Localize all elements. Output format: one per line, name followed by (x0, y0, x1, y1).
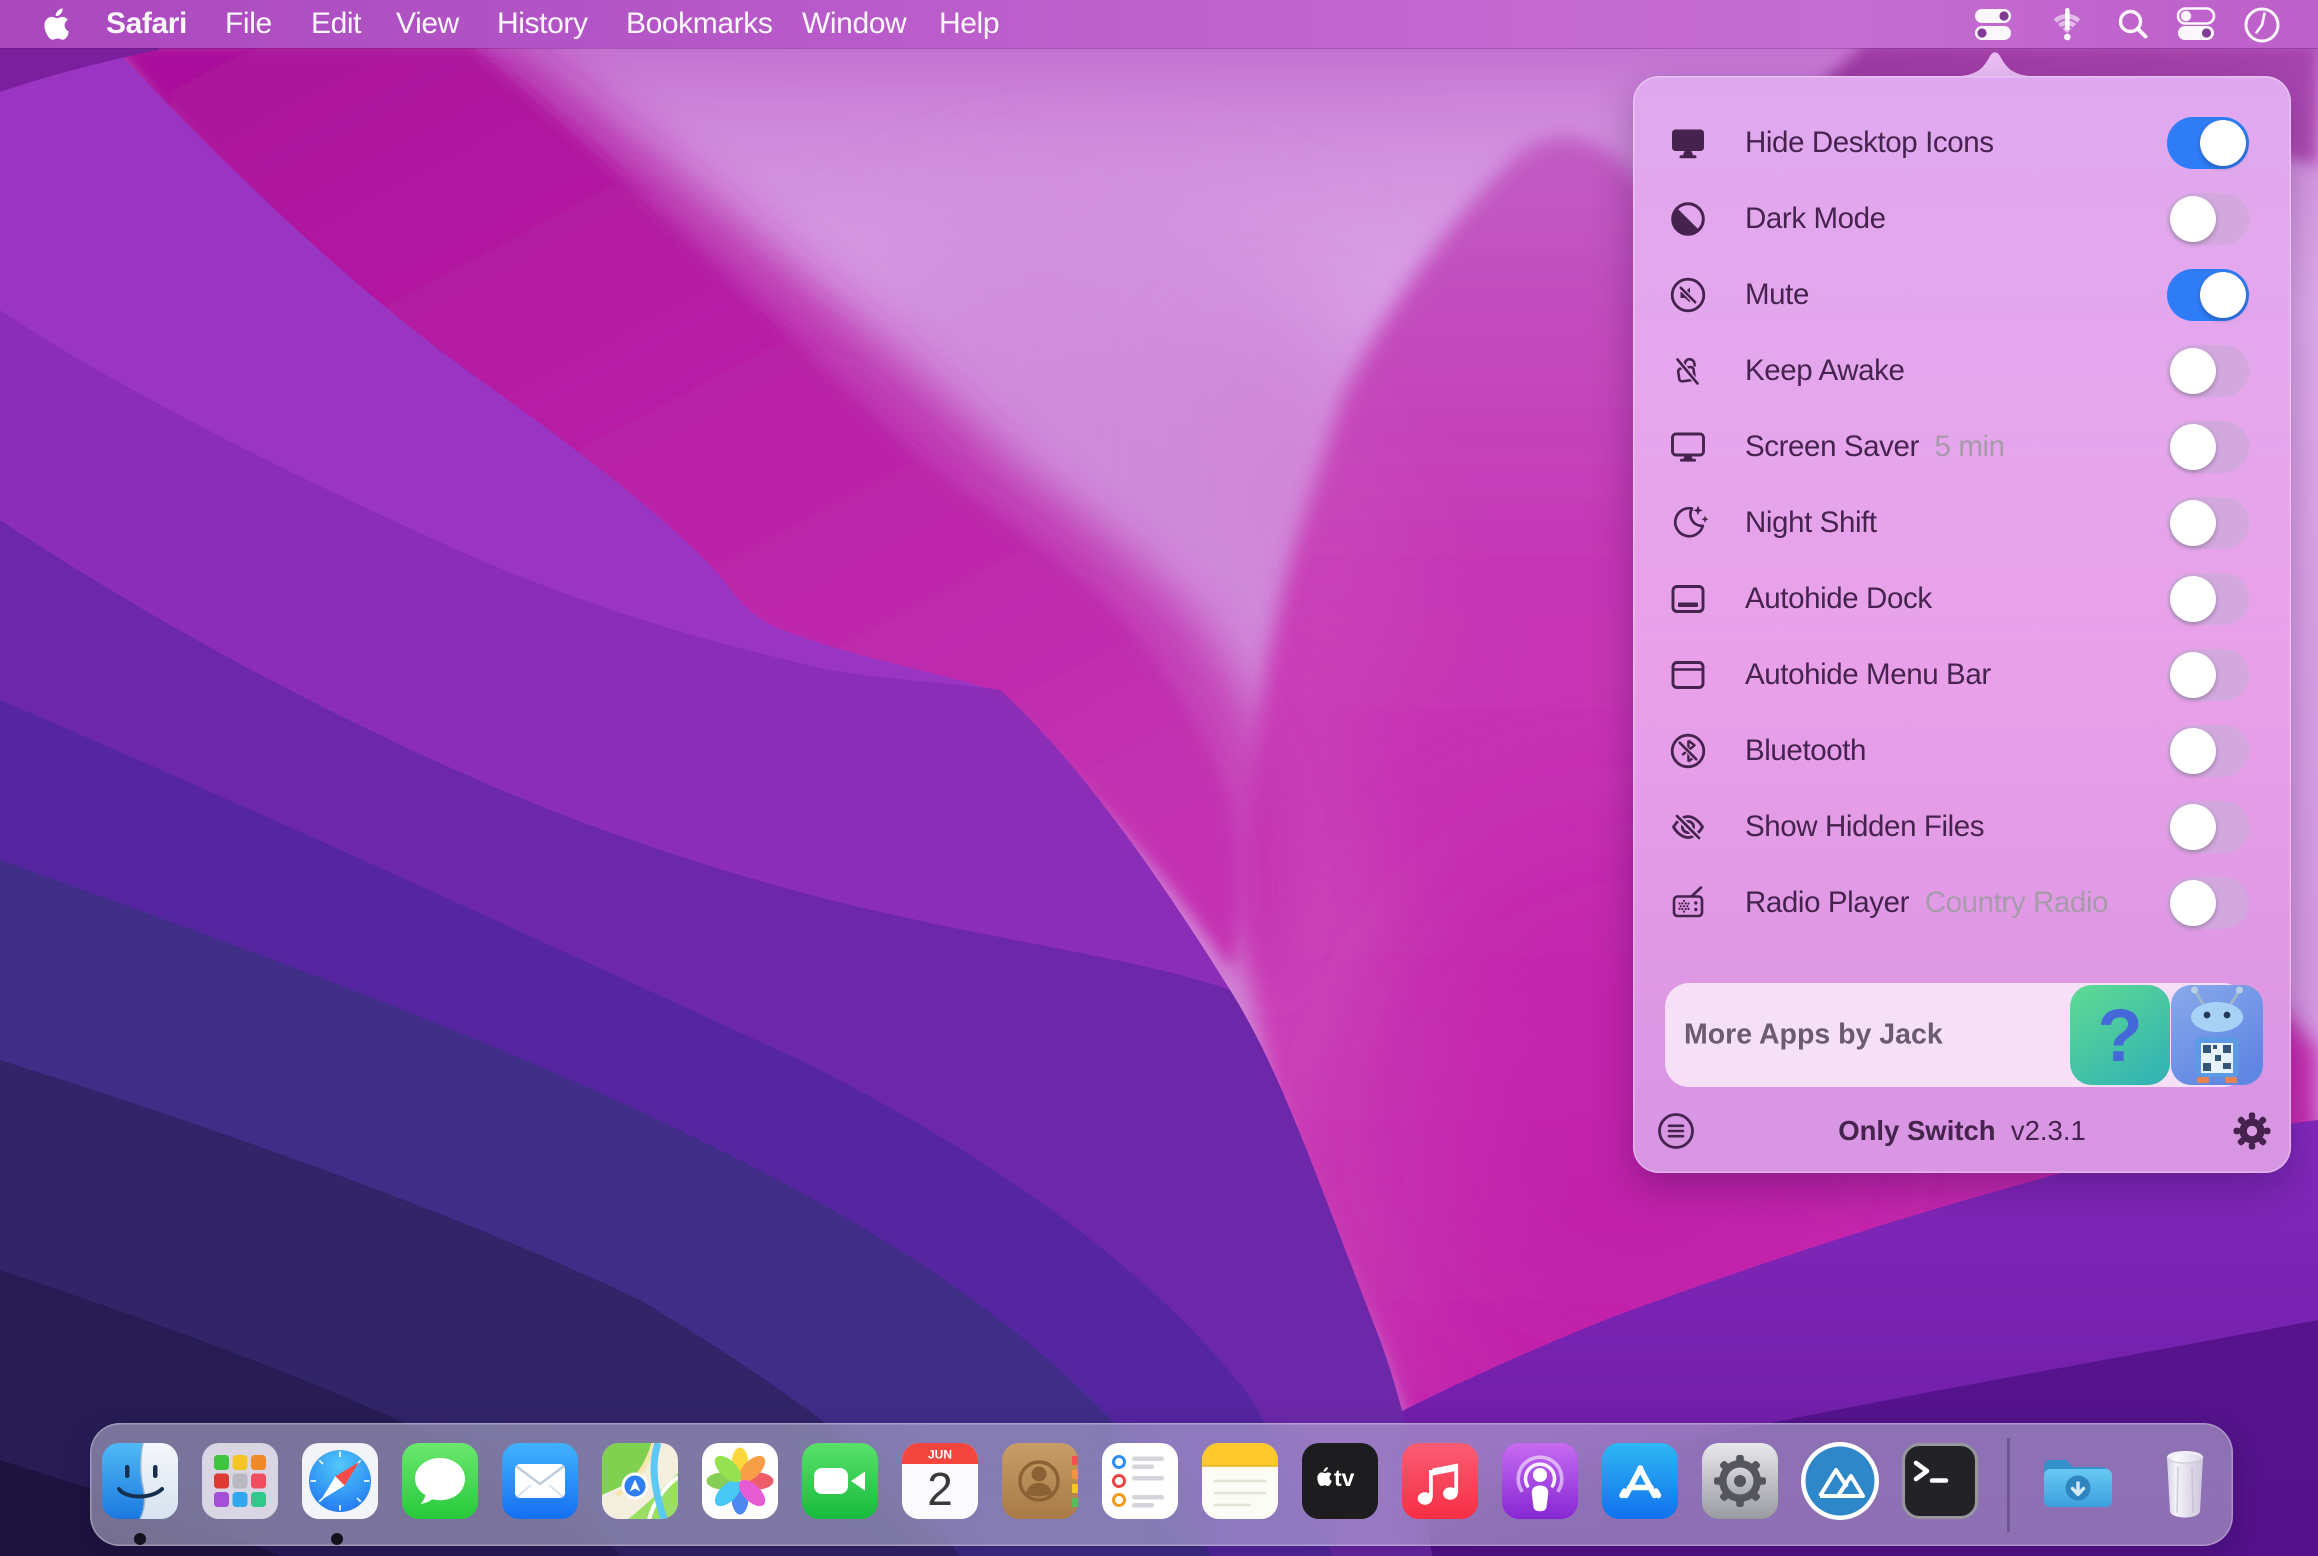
svg-text:JUN: JUN (928, 1448, 952, 1462)
svg-text:2: 2 (927, 1463, 953, 1515)
svg-text:?: ? (2097, 994, 2142, 1077)
svg-text:tv: tv (1334, 1465, 1355, 1491)
